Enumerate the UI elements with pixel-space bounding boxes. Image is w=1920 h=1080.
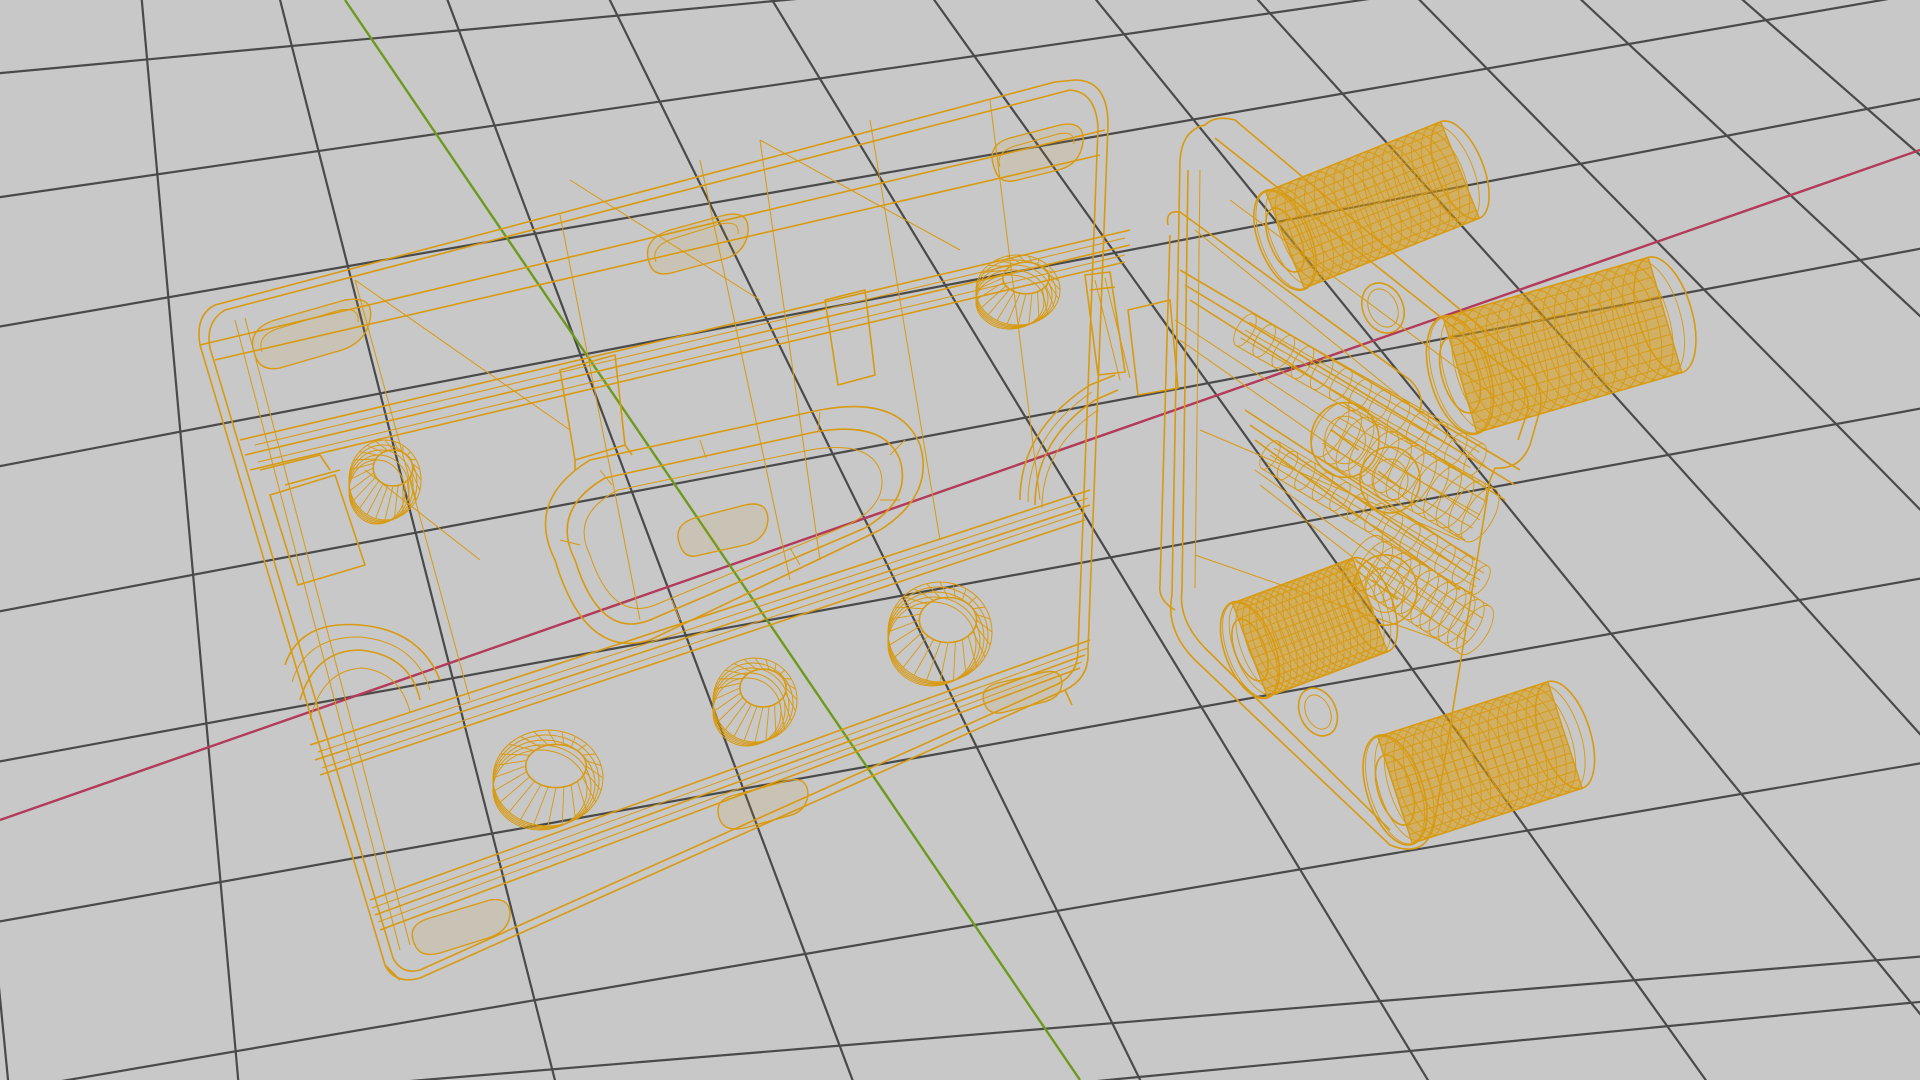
nut <box>1359 446 1421 514</box>
grid-line <box>140 0 240 1080</box>
grid-line <box>278 0 557 1080</box>
slot-top-mid <box>646 213 749 275</box>
knurled-knobs[interactable] <box>1209 113 1708 853</box>
base-plate-mesh[interactable] <box>198 79 1131 981</box>
knurled-knob[interactable] <box>1414 250 1708 442</box>
grid-line <box>0 577 1920 923</box>
boss-cylinder <box>712 657 798 747</box>
boss-cylinder <box>492 729 604 831</box>
knurled-knob[interactable] <box>1351 674 1606 853</box>
grid-line <box>409 955 1920 1080</box>
grid-line <box>0 0 798 75</box>
grid-line <box>1579 0 1920 318</box>
slot-top-right <box>991 123 1084 182</box>
knurled-knob[interactable] <box>1241 113 1501 299</box>
grid-line <box>0 986 10 1080</box>
3d-viewport[interactable] <box>0 0 1920 1080</box>
grid-line <box>770 0 1430 1080</box>
slot-top-left <box>251 298 372 370</box>
grid-line <box>0 0 1370 199</box>
viewport-canvas[interactable] <box>0 0 1920 1080</box>
grid-line <box>61 762 1920 1080</box>
knurled-knob[interactable] <box>1209 550 1409 706</box>
grid-line <box>1741 0 1920 157</box>
